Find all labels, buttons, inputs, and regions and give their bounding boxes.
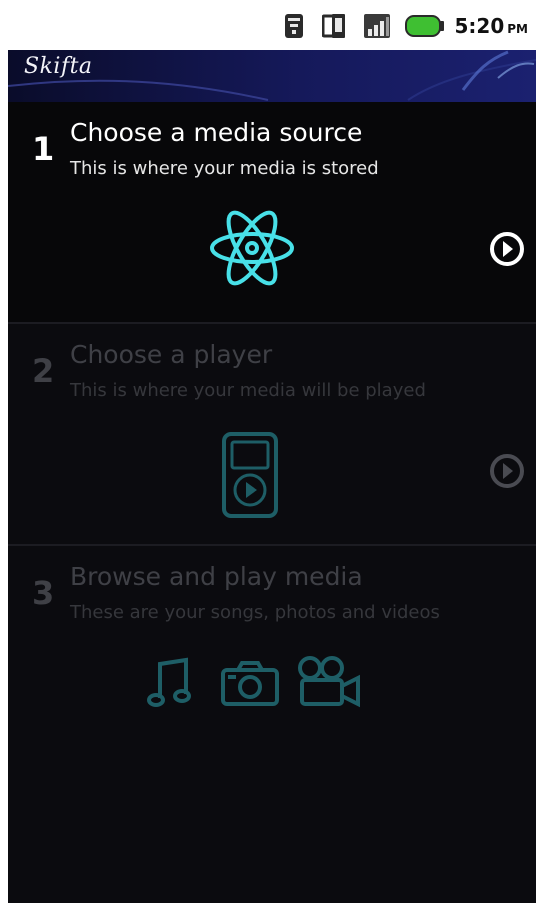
step-number: 2 <box>32 352 55 390</box>
video-camera-icon <box>298 656 360 708</box>
step-choose-media-source[interactable]: 1 Choose a media source This is where yo… <box>8 102 536 322</box>
step-title: Choose a player <box>70 340 273 369</box>
music-note-icon <box>147 657 191 707</box>
step-browse-and-play[interactable]: 3 Browse and play media These are your s… <box>8 546 536 903</box>
step-choose-player[interactable]: 2 Choose a player This is where your med… <box>8 324 536 544</box>
step-title: Choose a media source <box>70 118 363 147</box>
clock-time: 5:20 <box>454 14 505 38</box>
step-title: Browse and play media <box>70 562 363 591</box>
atom-icon <box>210 210 294 286</box>
app-logo: Skifta <box>24 54 93 79</box>
clock: 5:20 PM <box>455 14 529 38</box>
clock-ampm: PM <box>507 22 528 36</box>
signal-icon <box>364 14 390 38</box>
step-number: 3 <box>32 574 55 612</box>
camera-icon <box>221 661 279 706</box>
go-arrow-icon[interactable] <box>489 231 525 267</box>
battery-icon <box>405 15 444 37</box>
wifi-icon <box>285 14 303 38</box>
phone-sync-icon <box>322 14 345 38</box>
go-arrow-icon[interactable] <box>489 453 525 489</box>
step-subtitle: These are your songs, photos and videos <box>70 602 440 623</box>
media-player-icon <box>222 432 278 518</box>
app-screen: 5:20 PM Skifta 1 Choose a media source Th… <box>8 0 536 903</box>
status-bar: 5:20 PM <box>8 0 536 50</box>
step-number: 1 <box>32 130 55 168</box>
step-subtitle: This is where your media is stored <box>70 158 379 179</box>
step-subtitle: This is where your media will be played <box>70 380 426 401</box>
